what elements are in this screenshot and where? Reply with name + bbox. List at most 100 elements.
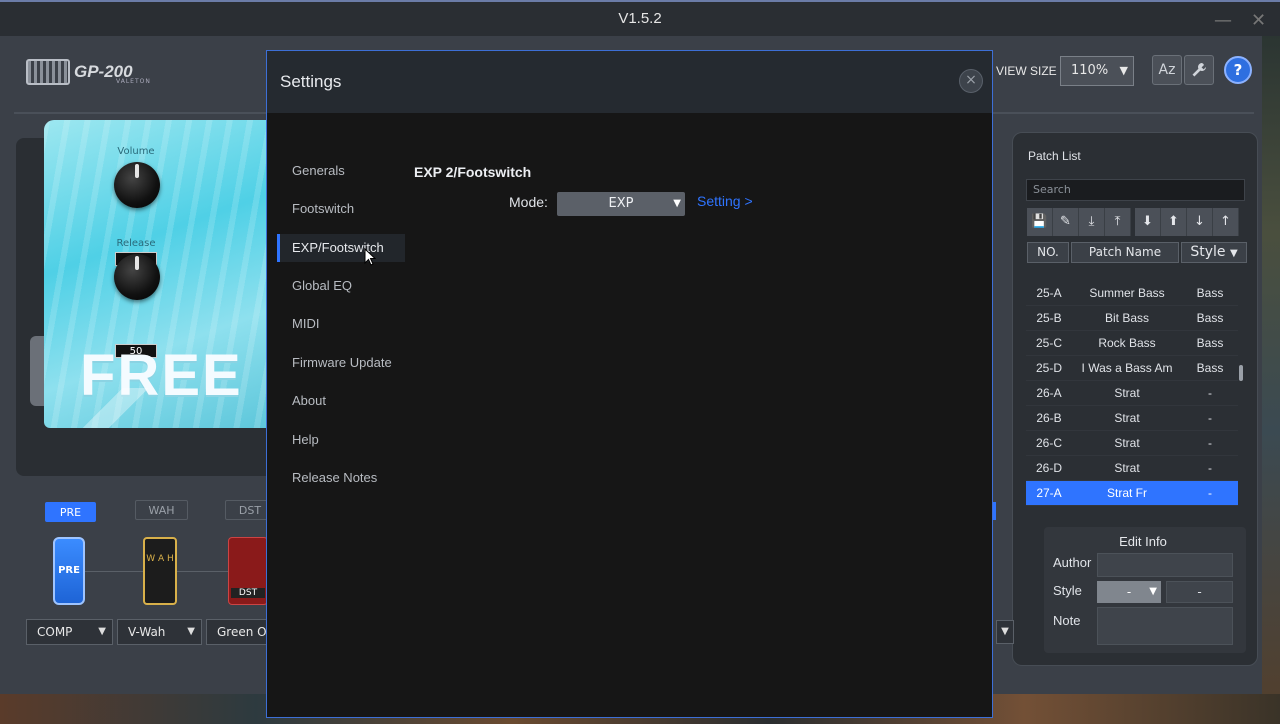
app-version: V1.5.2 <box>618 10 662 27</box>
patch-row[interactable]: 26-B Strat - <box>1026 406 1238 431</box>
patch-cell-name: Strat <box>1114 436 1140 450</box>
patch-row[interactable]: 25-D I Was a Bass Am Bass <box>1026 356 1238 381</box>
wah-module-label: W A H <box>146 554 174 564</box>
author-label: Author <box>1053 555 1092 570</box>
patch-cell-no: 26-C <box>1035 436 1062 450</box>
edit-icon[interactable]: ✎ <box>1053 208 1079 236</box>
patch-row[interactable]: 25-A Summer Bass Bass <box>1026 281 1238 306</box>
chain-tag-wah[interactable]: WAH <box>135 500 188 520</box>
tools-button[interactable] <box>1184 55 1214 85</box>
module-select-wah[interactable]: V-Wah ▼ <box>117 619 202 645</box>
logo-subtext: VALETON <box>116 78 151 85</box>
import-icon[interactable]: ⤓ <box>1079 208 1105 236</box>
patch-cell-style: - <box>1208 461 1212 475</box>
patch-header-no[interactable]: NO. <box>1027 242 1069 263</box>
settings-header: Settings × <box>267 51 992 113</box>
patch-toolbar: 💾 ✎ ⤓ ⤒ ⬇ ⬆ ↓ ↑ <box>1027 208 1245 236</box>
amp-logo-icon <box>26 59 70 85</box>
patch-cell-no: 25-C <box>1035 336 1062 350</box>
release-knob[interactable] <box>114 254 160 300</box>
settings-nav-item[interactable]: Help <box>277 426 405 454</box>
patch-list: 25-A Summer Bass Bass 25-B Bit Bass Bass 25-C R… <box>1026 281 1238 507</box>
effect-pedal[interactable]: Volume 50 Release 50 FREE <box>44 120 266 428</box>
style-label: Style <box>1053 583 1082 598</box>
language-icon: Aᴢ <box>1158 62 1176 78</box>
settings-nav-item[interactable]: About <box>277 387 405 415</box>
logo: GP-200 VALETON <box>26 58 151 86</box>
knob-label-release: Release <box>116 238 156 249</box>
move-top-icon[interactable]: ⬆ <box>1161 208 1187 236</box>
settings-nav-item[interactable]: Firmware Update <box>277 349 405 377</box>
patch-cell-name: Strat <box>1114 411 1140 425</box>
settings-nav-item[interactable]: Release Notes <box>277 464 405 492</box>
view-size-label: VIEW SIZE <box>996 64 1057 78</box>
move-bottom-icon[interactable]: ⬇ <box>1135 208 1161 236</box>
wah-module[interactable]: W A H <box>143 537 177 605</box>
export-icon[interactable]: ⤒ <box>1105 208 1131 236</box>
mode-label: Mode: <box>509 194 548 210</box>
language-button[interactable]: Aᴢ <box>1152 55 1182 85</box>
move-down-icon[interactable]: ↓ <box>1187 208 1213 236</box>
pre-module[interactable]: PRE <box>53 537 85 605</box>
patch-row[interactable]: 26-C Strat - <box>1026 431 1238 456</box>
patch-cell-name: I Was a Bass Am <box>1081 361 1173 375</box>
patch-row[interactable]: 25-B Bit Bass Bass <box>1026 306 1238 331</box>
settings-nav-item[interactable]: Generals <box>277 157 405 185</box>
knob-label-volume: Volume <box>117 146 155 157</box>
patch-cell-style: Bass <box>1196 286 1224 300</box>
patch-row[interactable]: 27-BStrat Fr Rhy- <box>1026 506 1238 507</box>
patch-cell-style: - <box>1208 436 1212 450</box>
close-icon[interactable]: × <box>959 69 983 93</box>
patch-cell-name: Bit Bass <box>1104 311 1149 325</box>
settings-title: Settings <box>280 72 342 91</box>
patch-cell-no: 27-A <box>1036 486 1062 500</box>
author-field[interactable] <box>1097 553 1233 577</box>
patch-header-style[interactable]: Style ▼ <box>1181 242 1247 263</box>
patch-cell-no: 25-D <box>1035 361 1062 375</box>
patch-list-title: Patch List <box>1028 149 1081 163</box>
pre-module-label: PRE <box>58 565 80 576</box>
patch-row[interactable]: 26-A Strat - <box>1026 381 1238 406</box>
patch-row[interactable]: 25-C Rock Bass Bass <box>1026 331 1238 356</box>
chain-tag-pre[interactable]: PRE <box>45 502 96 522</box>
move-up-icon[interactable]: ↑ <box>1213 208 1239 236</box>
patch-row[interactable]: 26-D Strat - <box>1026 456 1238 481</box>
patch-cell-name: Strat <box>1114 461 1140 475</box>
patch-cell-style: Bass <box>1196 336 1224 350</box>
patch-cell-name: Strat <box>1114 386 1140 400</box>
mode-select[interactable]: EXP ▼ <box>557 192 685 216</box>
edit-info-title: Edit Info <box>1119 534 1167 549</box>
dst-module[interactable]: DST <box>228 537 268 605</box>
patch-cell-name: Summer Bass <box>1089 286 1165 300</box>
setting-link[interactable]: Setting > <box>697 193 753 209</box>
patch-cell-no: 26-A <box>1036 386 1062 400</box>
patch-cell-no: 26-D <box>1035 461 1062 475</box>
help-button[interactable]: ? <box>1224 56 1252 84</box>
note-field[interactable] <box>1097 607 1233 645</box>
settings-nav-item[interactable]: EXP/Footswitch <box>277 234 405 262</box>
chevron-down-icon: ▼ <box>1229 248 1238 259</box>
settings-nav-item[interactable]: Footswitch <box>277 195 405 223</box>
patch-cell-style: - <box>1208 486 1212 500</box>
patch-search-input[interactable]: Search <box>1026 179 1245 201</box>
patch-list-scrollbar[interactable] <box>1239 365 1243 381</box>
view-size-select[interactable]: 110% ▼ <box>1060 56 1134 86</box>
chevron-down-icon: ▼ <box>1119 64 1128 77</box>
patch-header-name[interactable]: Patch Name <box>1071 242 1179 263</box>
settings-nav-item[interactable]: Global EQ <box>277 272 405 300</box>
chevron-down-icon[interactable]: ▼ <box>996 620 1014 644</box>
close-window-icon[interactable]: ✕ <box>1251 10 1266 31</box>
patch-row[interactable]: 27-A Strat Fr - <box>1026 481 1238 506</box>
patch-cell-style: - <box>1208 386 1212 400</box>
save-icon[interactable]: 💾 <box>1027 208 1053 236</box>
sub-style-field[interactable]: - <box>1166 581 1233 603</box>
minimize-icon[interactable]: — <box>1214 10 1232 31</box>
volume-knob[interactable] <box>114 162 160 208</box>
patch-cell-no: 26-B <box>1036 411 1062 425</box>
desktop-background-right <box>1262 36 1280 694</box>
style-select[interactable]: - ▼ <box>1097 581 1161 603</box>
chevron-down-icon: ▼ <box>98 626 106 637</box>
module-select-comp[interactable]: COMP ▼ <box>26 619 113 645</box>
settings-nav-item[interactable]: MIDI <box>277 310 405 338</box>
module-select-dst[interactable]: Green OD <box>206 619 268 645</box>
